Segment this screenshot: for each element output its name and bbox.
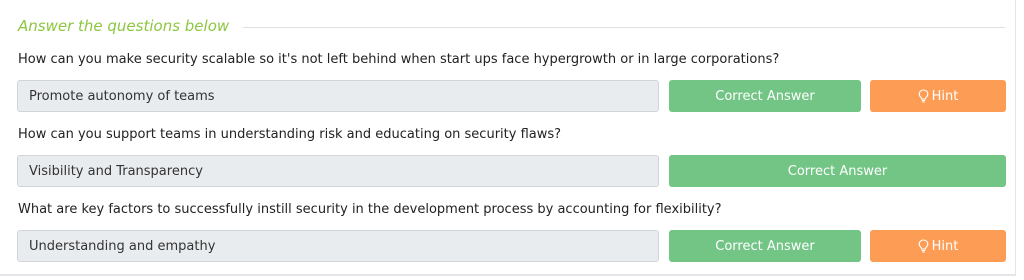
lightbulb-icon	[918, 89, 929, 103]
question-2-correct-answer-button[interactable]: Correct Answer	[669, 155, 1006, 187]
question-3-answer-field[interactable]: Understanding and empathy	[17, 230, 659, 262]
question-2-answer-field[interactable]: Visibility and Transparency	[17, 155, 659, 187]
question-3-hint-label: Hint	[931, 238, 959, 254]
question-3-text: What are key factors to successfully ins…	[18, 202, 722, 217]
question-1-answer-field[interactable]: Promote autonomy of teams	[17, 80, 659, 112]
question-2-text: How can you support teams in understandi…	[18, 127, 562, 142]
question-1-hint-label: Hint	[931, 88, 959, 104]
lightbulb-icon	[918, 239, 929, 253]
question-3-hint-button[interactable]: Hint	[870, 230, 1006, 262]
question-1-correct-answer-button[interactable]: Correct Answer	[669, 80, 861, 112]
question-3-correct-answer-button[interactable]: Correct Answer	[669, 230, 861, 262]
question-1-hint-button[interactable]: Hint	[870, 80, 1006, 112]
section-header: Answer the questions below	[18, 14, 1005, 38]
section-title: Answer the questions below	[18, 17, 230, 35]
section-divider	[243, 26, 1005, 28]
question-1-text: How can you make security scalable so it…	[18, 52, 780, 67]
questions-panel: Answer the questions below How can you m…	[0, 0, 1016, 276]
